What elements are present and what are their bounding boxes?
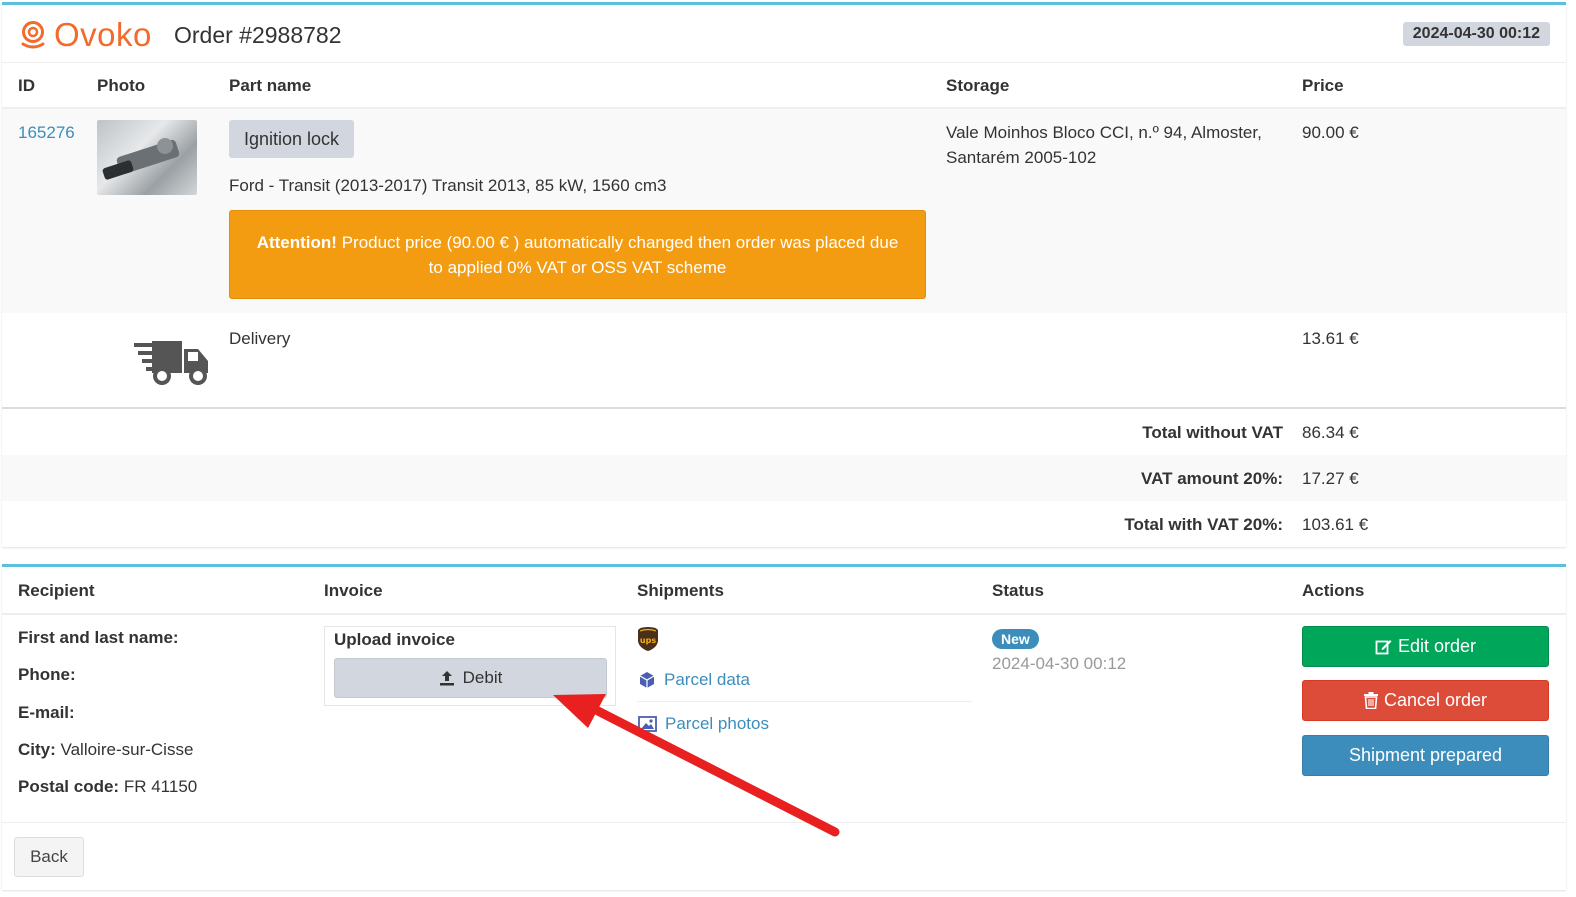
storage-address: Vale Moinhos Bloco CCI, n.º 94, Almoster… (946, 120, 1262, 170)
column-header-part-name: Part name (229, 76, 312, 95)
ups-logo-icon: ups (638, 627, 658, 651)
edit-order-label: Edit order (1397, 636, 1477, 656)
recipient-name: First and last name: (18, 628, 179, 647)
order-date-badge: 2024-04-30 00:12 (1402, 22, 1550, 46)
vat-amount-label: VAT amount 20%: (1141, 469, 1283, 488)
upload-invoice-title: Upload invoice (334, 630, 455, 649)
edit-order-button[interactable]: Edit order (1302, 626, 1549, 667)
brand-name: Ovoko (54, 16, 152, 53)
edit-icon (1375, 640, 1392, 655)
page-title: Order #2988782 (174, 22, 342, 48)
column-header-shipments: Shipments (637, 581, 724, 600)
recipient-city-value: Valloire-sur-Cisse (60, 740, 194, 759)
alert-strong: Attention! (256, 233, 337, 252)
parcel-data-label: Parcel data (664, 670, 750, 689)
vehicle-description: Ford - Transit (2013-2017) Transit 2013,… (229, 176, 667, 195)
upload-icon (439, 671, 454, 686)
column-header-actions: Actions (1302, 581, 1365, 600)
parcel-photos-label: Parcel photos (665, 714, 769, 733)
cube-icon (639, 672, 655, 688)
column-header-storage: Storage (946, 76, 1010, 95)
delivery-label: Delivery (229, 329, 291, 348)
order-header: Ovoko Order #2988782 2024-04-30 00:12 (2, 5, 1566, 63)
parcel-data-link[interactable]: Parcel data (638, 670, 750, 690)
trash-icon (1363, 692, 1378, 709)
part-photo[interactable] (97, 120, 197, 195)
vat-amount-value: 17.27 € (1302, 469, 1359, 488)
item-id-link[interactable]: 165276 (18, 120, 75, 145)
price-change-alert: Attention! Product price (90.00 € ) auto… (229, 210, 926, 299)
recipient-postal-code: Postal code: FR 41150 (18, 777, 198, 796)
column-header-status: Status (992, 581, 1044, 600)
debit-upload-button[interactable]: Debit (334, 658, 607, 698)
alert-text-line1: Product price (90.00 € ) automatically c… (341, 233, 899, 252)
shipments-divider (637, 701, 972, 702)
column-header-price: Price (1302, 76, 1344, 95)
total-without-vat-value: 86.34 € (1302, 423, 1359, 442)
ovoko-logo-icon (21, 21, 45, 49)
order-panel: Ovoko Order #2988782 2024-04-30 00:12 ID… (2, 2, 1566, 547)
brand-logo[interactable]: Ovoko (18, 18, 152, 52)
storage-address-line2: Santarém 2005-102 (946, 148, 1097, 167)
total-with-vat-value: 103.61 € (1302, 515, 1369, 534)
header-divider (2, 613, 1566, 615)
column-header-invoice: Invoice (324, 581, 383, 600)
delivery-price: 13.61 € (1302, 329, 1359, 348)
total-without-vat-label: Total without VAT (1142, 423, 1283, 442)
item-price: 90.00 € (1302, 123, 1359, 142)
cancel-order-label: Cancel order (1383, 690, 1488, 710)
storage-address-line1: Vale Moinhos Bloco CCI, n.º 94, Almoster… (946, 123, 1262, 142)
shipment-prepared-button[interactable]: Shipment prepared (1302, 735, 1549, 776)
totals-divider (2, 407, 1566, 409)
part-name-label: Ignition lock (229, 120, 355, 158)
ups-logo-text: ups (640, 636, 656, 645)
back-button[interactable]: Back (14, 837, 84, 877)
shipment-prepared-label: Shipment prepared (1348, 745, 1503, 765)
recipient-email: E-mail: (18, 703, 75, 722)
cancel-order-button[interactable]: Cancel order (1302, 680, 1549, 721)
debit-button-label: Debit (462, 668, 503, 687)
recipient-postal-value: FR 41150 (123, 777, 198, 796)
alert-text-line2: to applied 0% VAT or OSS VAT scheme (428, 258, 727, 277)
column-header-photo: Photo (97, 76, 146, 95)
total-with-vat-label: Total with VAT 20%: (1124, 515, 1283, 534)
delivery-truck-icon (134, 341, 208, 385)
upload-invoice-box: Upload invoice Debit (324, 626, 616, 706)
recipient-city: City: Valloire-sur-Cisse (18, 740, 194, 759)
recipient-phone: Phone: (18, 665, 76, 684)
order-details-panel: Recipient Invoice Shipments Status Actio… (2, 564, 1566, 890)
parcel-photos-link[interactable]: Parcel photos (638, 714, 769, 734)
column-header-recipient: Recipient (18, 581, 95, 600)
footer-divider (2, 822, 1566, 823)
image-icon (638, 716, 657, 732)
status-badge: New (992, 629, 1039, 649)
column-header-id: ID (18, 76, 35, 95)
status-date: 2024-04-30 00:12 (992, 654, 1127, 673)
ups-carrier-badge: ups (637, 626, 659, 657)
